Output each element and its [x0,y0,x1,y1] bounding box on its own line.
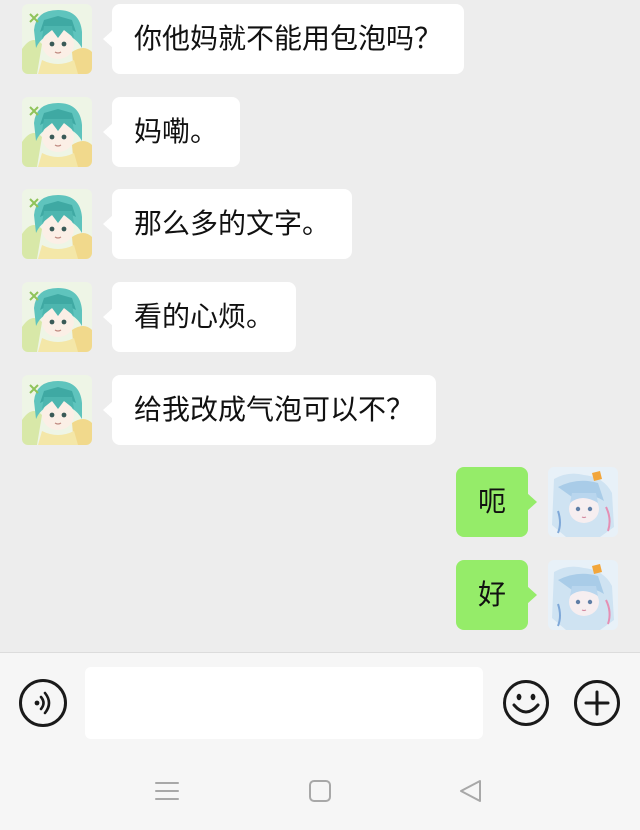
message-row: 好 [455,560,618,630]
incoming-message-bubble[interactable]: 给我改成气泡可以不？ [102,375,437,445]
contact-avatar[interactable] [22,4,92,74]
home-icon [309,780,331,802]
message-row: 呃 [455,467,618,537]
incoming-message-bubble[interactable]: 妈嘞。 [102,97,241,167]
voice-button[interactable] [19,679,67,727]
plus-icon [574,680,620,726]
nav-menu-button[interactable] [152,776,182,806]
system-navigation-bar [0,750,640,830]
contact-avatar[interactable] [22,282,92,352]
input-bar [0,652,640,750]
message-row: 看的心烦。 [22,282,297,352]
nav-home-button[interactable] [305,776,335,806]
nav-back-button[interactable] [456,776,486,806]
message-row: 你他妈就不能用包泡吗？ [22,4,465,74]
incoming-message-bubble[interactable]: 看的心烦。 [102,282,297,352]
outgoing-message-bubble[interactable]: 呃 [455,467,538,537]
more-button[interactable] [573,679,621,727]
contact-avatar[interactable] [22,189,92,259]
chat-area[interactable]: 你他妈就不能用包泡吗？ 妈嘞。 那么多的文字。 看的心烦。 给我改成气泡可以不？… [0,0,640,652]
message-input[interactable] [85,667,483,739]
contact-avatar[interactable] [22,375,92,445]
message-row: 妈嘞。 [22,97,241,167]
contact-avatar[interactable] [22,97,92,167]
back-icon [460,780,481,802]
menu-icon [155,782,179,800]
my-avatar[interactable] [548,560,618,630]
emoji-button[interactable] [502,679,550,727]
emoji-icon [503,680,549,726]
message-row: 给我改成气泡可以不？ [22,375,437,445]
incoming-message-bubble[interactable]: 你他妈就不能用包泡吗？ [102,4,465,74]
message-row: 那么多的文字。 [22,189,353,259]
voice-icon [34,691,51,715]
my-avatar[interactable] [548,467,618,537]
incoming-message-bubble[interactable]: 那么多的文字。 [102,189,353,259]
outgoing-message-bubble[interactable]: 好 [455,560,538,630]
